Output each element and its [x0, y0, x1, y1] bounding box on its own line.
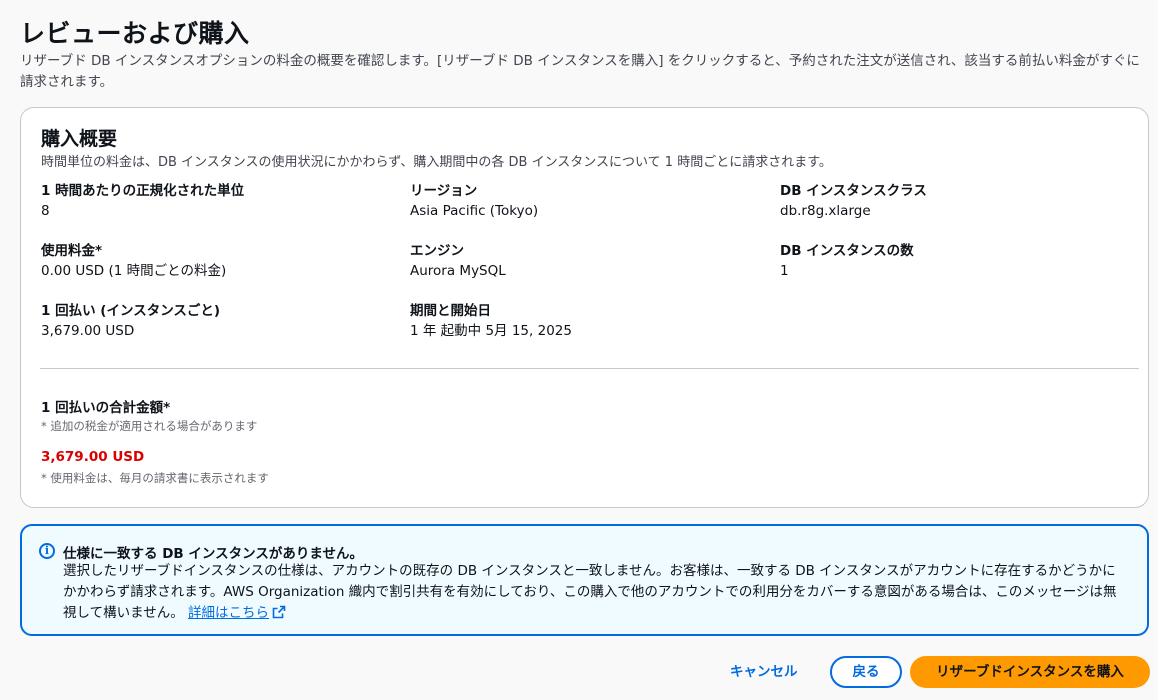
field-instance-class: DB インスタンスクラス db.r8g.xlarge: [780, 182, 927, 220]
field-label: 1 回払い (インスタンスごと): [41, 303, 221, 319]
field-instance-count: DB インスタンスの数 1: [780, 242, 914, 280]
field-value: Asia Pacific (Tokyo): [410, 203, 539, 219]
field-upfront-price: 1 回払い (インスタンスごと) 3,679.00 USD: [41, 302, 220, 340]
field-label: 使用料金*: [41, 243, 103, 259]
field-region: リージョン Asia Pacific (Tokyo): [410, 182, 538, 220]
field-value: Aurora MySQL: [410, 263, 506, 279]
field-label: 期間と開始日: [410, 303, 491, 319]
field-value: 1: [780, 263, 789, 279]
field-value: 8: [41, 203, 50, 219]
purchase-reserved-instance-button[interactable]: リザーブドインスタンスを購入: [910, 656, 1150, 688]
learn-more-link[interactable]: 詳細はこちら: [188, 605, 286, 621]
info-icon: i: [39, 543, 55, 559]
back-button[interactable]: 戻る: [830, 656, 902, 688]
tax-note: * 追加の税金が適用される場合があります: [41, 419, 258, 433]
field-label: 1 時間あたりの正規化された単位: [41, 183, 245, 199]
field-label: リージョン: [410, 183, 478, 199]
field-value: 0.00 USD (1 時間ごとの料金): [41, 263, 227, 279]
alert-body: 選択したリザーブドインスタンスの仕様は、アカウントの既存の DB インスタンスと…: [63, 561, 1128, 624]
field-label: DB インスタンスクラス: [780, 183, 927, 199]
cancel-button[interactable]: キャンセル: [718, 656, 810, 688]
alert-title: 仕様に一致する DB インスタンスがありません。: [63, 546, 363, 562]
page-title: レビューおよび購入: [20, 19, 250, 48]
info-alert: i 仕様に一致する DB インスタンスがありません。 選択したリザーブドインスタ…: [20, 524, 1149, 636]
total-amount: 3,679.00 USD: [41, 449, 145, 465]
external-link-icon: [272, 605, 286, 619]
field-engine: エンジン Aurora MySQL: [410, 242, 506, 280]
summary-title: 購入概要: [41, 128, 118, 150]
field-normalized-units: 1 時間あたりの正規化された単位 8: [41, 182, 244, 220]
field-term-start-date: 期間と開始日 1 年 起動中 5月 15, 2025: [410, 302, 572, 340]
summary-description: 時間単位の料金は、DB インスタンスの使用状況にかかわらず、購入期間中の各 DB…: [41, 155, 832, 170]
divider: [40, 368, 1139, 369]
field-value: 3,679.00 USD: [41, 323, 135, 339]
field-label: エンジン: [410, 243, 464, 259]
field-usage-price: 使用料金* 0.00 USD (1 時間ごとの料金): [41, 242, 226, 280]
page-description: リザーブド DB インスタンスオプションの料金の概要を確認します。[リザーブド …: [20, 53, 1140, 90]
field-value: db.r8g.xlarge: [780, 203, 871, 219]
learn-more-label: 詳細はこちら: [188, 605, 269, 621]
usage-note: * 使用料金は、毎月の請求書に表示されます: [41, 471, 269, 485]
purchase-summary-card: 購入概要 時間単位の料金は、DB インスタンスの使用状況にかかわらず、購入期間中…: [20, 107, 1149, 508]
total-label: 1 回払いの合計金額*: [41, 400, 171, 416]
field-label: DB インスタンスの数: [780, 243, 914, 259]
field-value: 1 年 起動中 5月 15, 2025: [410, 323, 572, 339]
